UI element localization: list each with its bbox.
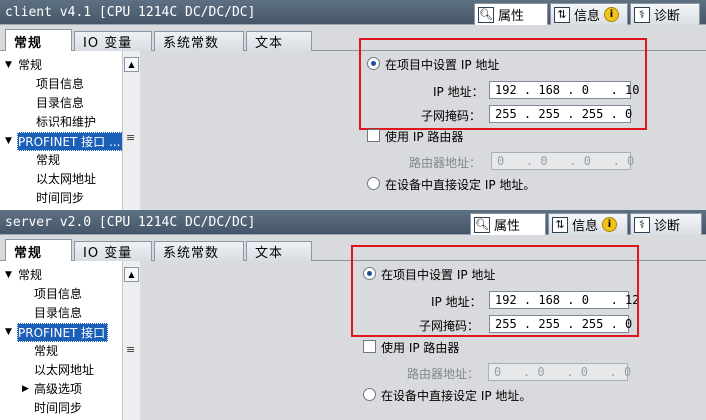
nav-item-ethernet-addresses[interactable]: 以太网地址 bbox=[34, 361, 94, 380]
tab-io-tags[interactable]: IO 变量 bbox=[74, 31, 152, 51]
router-address-label: 路由器地址： bbox=[407, 367, 480, 381]
nav-item-advanced-options[interactable]: 高级选项 bbox=[34, 380, 82, 399]
highlight-box bbox=[359, 38, 647, 130]
collapse-arrow-icon[interactable]: ▶ bbox=[22, 380, 29, 399]
set-ip-on-device-radio[interactable] bbox=[363, 388, 376, 401]
scroll-grip-icon[interactable]: ≡ bbox=[126, 343, 135, 356]
info-badge-icon: i bbox=[604, 7, 620, 22]
use-router-checkbox[interactable] bbox=[363, 340, 376, 353]
nav-item-general[interactable]: 常规 bbox=[18, 266, 42, 285]
tab-system-constants[interactable]: 系统常数 bbox=[154, 241, 244, 261]
tab-texts[interactable]: 文本 bbox=[246, 241, 312, 261]
nav-item-identification[interactable]: 标识和维护 bbox=[36, 113, 96, 132]
tab-general[interactable]: 常规 bbox=[5, 29, 72, 52]
nav-item-profinet-interface[interactable]: PROFINET 接口 ... bbox=[17, 132, 122, 151]
tab-general[interactable]: 常规 bbox=[5, 239, 72, 262]
tab-diagnostics[interactable]: ⚕ 诊断 bbox=[630, 213, 702, 235]
tab-diagnostics[interactable]: ⚕ 诊断 bbox=[630, 3, 700, 25]
inspector-tabs: 🔍︎ 属性 ⇅ 信息 i ⚕ 诊断 bbox=[470, 213, 704, 235]
nav-scrollbar[interactable]: ▲ ≡ bbox=[122, 51, 140, 210]
panel-titlebar: client v4.1 [CPU 1214C DC/DC/DC] 🔍︎ 属性 ⇅… bbox=[0, 0, 706, 25]
scroll-up-icon[interactable]: ▲ bbox=[124, 57, 139, 72]
nav-item-profinet-general[interactable]: 常规 bbox=[36, 151, 60, 170]
expand-arrow-icon[interactable]: ▼ bbox=[5, 56, 12, 75]
tab-general-label: 常规 bbox=[14, 35, 43, 51]
tab-info-label: 信息 bbox=[574, 9, 601, 24]
tab-diagnostics-label: 诊断 bbox=[654, 9, 681, 24]
expand-arrow-icon[interactable]: ▼ bbox=[5, 323, 12, 342]
tab-io-tags-label: IO 变量 bbox=[83, 246, 133, 261]
tab-info[interactable]: ⇅ 信息 i bbox=[548, 213, 628, 235]
router-address-field[interactable]: 0 . 0 . 0 . 0 bbox=[488, 363, 631, 381]
nav-tree: ▼ 常规 项目信息 目录信息 ▼ PROFINET 接口 常规 以太网地址 ▶ … bbox=[0, 261, 122, 420]
scroll-grip-icon[interactable]: ≡ bbox=[126, 131, 135, 144]
info-icon: ⇅ bbox=[554, 6, 570, 23]
properties-icon: 🔍︎ bbox=[478, 6, 494, 23]
nav-item-catalog-info[interactable]: 目录信息 bbox=[36, 94, 84, 113]
tab-properties-label: 属性 bbox=[494, 219, 521, 234]
tab-texts[interactable]: 文本 bbox=[246, 31, 312, 51]
set-ip-on-device-radio[interactable] bbox=[367, 177, 380, 190]
panel-title: client v4.1 [CPU 1214C DC/DC/DC] bbox=[5, 5, 256, 20]
tab-system-constants-label: 系统常数 bbox=[163, 36, 220, 51]
nav-item-time-sync[interactable]: 时间同步 bbox=[36, 189, 84, 208]
tab-io-tags[interactable]: IO 变量 bbox=[74, 241, 152, 261]
diagnostics-icon: ⚕ bbox=[634, 6, 650, 23]
tab-texts-label: 文本 bbox=[255, 36, 284, 51]
use-router-label: 使用 IP 路由器 bbox=[385, 130, 464, 144]
nav-item-project-info[interactable]: 项目信息 bbox=[36, 75, 84, 94]
scroll-up-icon[interactable]: ▲ bbox=[124, 267, 139, 282]
inspector-tabs: 🔍︎ 属性 ⇅ 信息 i ⚕ 诊断 bbox=[474, 3, 702, 25]
tab-system-constants-label: 系统常数 bbox=[163, 246, 220, 261]
server-properties-panel: server v2.0 [CPU 1214C DC/DC/DC] 🔍︎ 属性 ⇅… bbox=[0, 210, 706, 420]
expand-arrow-icon[interactable]: ▼ bbox=[5, 266, 12, 285]
router-address-field[interactable]: 0 . 0 . 0 . 0 bbox=[491, 152, 634, 170]
nav-item-time-sync[interactable]: 时间同步 bbox=[34, 399, 82, 418]
tab-general-label: 常规 bbox=[14, 245, 43, 261]
set-ip-on-device-label: 在设备中直接设定 IP 地址。 bbox=[385, 178, 536, 192]
expand-arrow-icon[interactable]: ▼ bbox=[5, 132, 12, 151]
nav-scrollbar[interactable]: ▲ ≡ bbox=[122, 261, 140, 420]
tab-system-constants[interactable]: 系统常数 bbox=[154, 31, 244, 51]
tab-info-label: 信息 bbox=[572, 219, 599, 234]
ethernet-address-form: 在项目中设置 IP 地址 IP 地址： 192 . 168 . 0 . 12 子… bbox=[141, 245, 706, 420]
nav-item-profinet-general[interactable]: 常规 bbox=[34, 342, 58, 361]
tab-io-tags-label: IO 变量 bbox=[83, 36, 133, 51]
use-router-label: 使用 IP 路由器 bbox=[381, 341, 460, 355]
nav-item-catalog-info[interactable]: 目录信息 bbox=[34, 304, 82, 323]
tab-properties[interactable]: 🔍︎ 属性 bbox=[470, 213, 546, 235]
router-address-label: 路由器地址： bbox=[409, 156, 482, 170]
panel-titlebar: server v2.0 [CPU 1214C DC/DC/DC] 🔍︎ 属性 ⇅… bbox=[0, 210, 706, 235]
panel-title: server v2.0 [CPU 1214C DC/DC/DC] bbox=[5, 215, 256, 230]
client-properties-panel: client v4.1 [CPU 1214C DC/DC/DC] 🔍︎ 属性 ⇅… bbox=[0, 0, 706, 210]
tab-properties[interactable]: 🔍︎ 属性 bbox=[474, 3, 548, 25]
info-badge-icon: i bbox=[602, 217, 618, 232]
diagnostics-icon: ⚕ bbox=[634, 216, 650, 233]
nav-item-ethernet-addresses[interactable]: 以太网地址 bbox=[36, 170, 96, 189]
nav-item-profinet-interface[interactable]: PROFINET 接口 bbox=[17, 323, 109, 342]
ethernet-address-form: 在项目中设置 IP 地址 IP 地址： 192 . 168 . 0 . 10 子… bbox=[141, 38, 706, 210]
nav-item-project-info[interactable]: 项目信息 bbox=[34, 285, 82, 304]
use-router-checkbox[interactable] bbox=[367, 129, 380, 142]
tab-diagnostics-label: 诊断 bbox=[654, 219, 681, 234]
highlight-box bbox=[351, 245, 639, 337]
nav-tree: ▼ 常规 项目信息 目录信息 标识和维护 ▼ PROFINET 接口 ... 常… bbox=[0, 51, 122, 210]
properties-icon: 🔍︎ bbox=[474, 216, 490, 233]
tab-info[interactable]: ⇅ 信息 i bbox=[550, 3, 628, 25]
tab-properties-label: 属性 bbox=[498, 9, 525, 24]
nav-item-general[interactable]: 常规 bbox=[18, 56, 42, 75]
set-ip-on-device-label: 在设备中直接设定 IP 地址。 bbox=[381, 389, 532, 403]
tab-texts-label: 文本 bbox=[255, 246, 284, 261]
info-icon: ⇅ bbox=[552, 216, 568, 233]
